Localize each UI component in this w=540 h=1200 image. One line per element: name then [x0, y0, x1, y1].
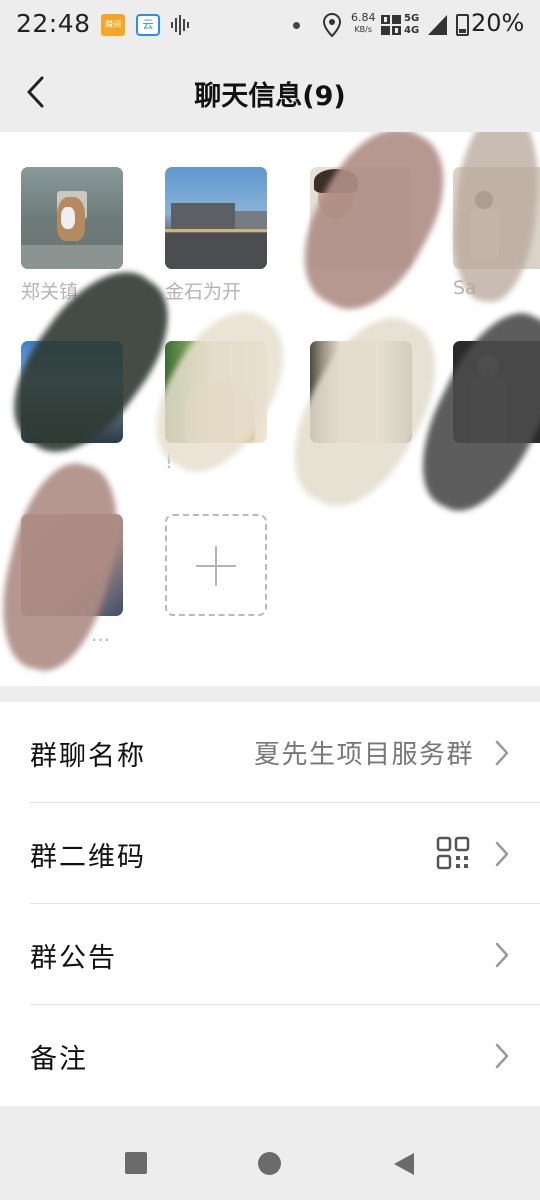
- member-name: 金石为开: [165, 281, 242, 303]
- privacy-smudge: [279, 132, 469, 330]
- group-settings-list: 群聊名称 夏先生项目服务群 群二维码 群公告 备注: [0, 702, 540, 1106]
- network-type-4g: 4G: [404, 25, 420, 36]
- home-button[interactable]: [258, 1152, 281, 1175]
- page-title: 聊天信息(9): [194, 81, 346, 112]
- add-member-button[interactable]: [165, 514, 267, 616]
- chevron-right-icon: [495, 1043, 509, 1069]
- status-time: 22:48: [16, 9, 91, 38]
- group-qr-label: 群二维码: [30, 842, 146, 873]
- header: 聊天信息(9): [0, 52, 540, 132]
- location-icon: [323, 13, 341, 37]
- member-avatar[interactable]: [21, 167, 123, 269]
- qr-code-icon: [436, 836, 470, 870]
- group-qr-row[interactable]: 群二维码: [0, 803, 540, 904]
- hd-icon: [381, 15, 401, 35]
- group-name-value: 夏先生项目服务群: [253, 740, 474, 770]
- nav-back-button[interactable]: [392, 1152, 416, 1176]
- network-speed-value: 6.84: [351, 11, 376, 24]
- battery-icon: [456, 14, 469, 36]
- chevron-right-icon: [495, 740, 509, 766]
- network-speed-unit: KB/s: [354, 25, 373, 34]
- battery-percent: 20%: [471, 9, 525, 37]
- group-notice-label: 群公告: [30, 943, 117, 974]
- chevron-right-icon: [495, 841, 509, 867]
- remark-row[interactable]: 备注: [0, 1005, 540, 1106]
- recent-apps-button[interactable]: [125, 1152, 147, 1174]
- status-bar: 22:48 瞬间 云 6.84 KB/s 5G 4G 20%: [0, 0, 540, 52]
- app-notification-icon: 瞬间: [101, 14, 125, 36]
- cloud-app-icon: 云: [136, 14, 160, 36]
- network-type: 5G 4G: [404, 13, 419, 37]
- group-name-row[interactable]: 群聊名称 夏先生项目服务群: [0, 702, 540, 803]
- notification-dot-icon: [293, 22, 300, 29]
- network-type-5g: 5G: [404, 13, 420, 24]
- member-name: …: [91, 624, 110, 646]
- network-speed: 6.84 KB/s: [351, 12, 376, 36]
- signal-icon: [428, 15, 447, 35]
- member-item[interactable]: 金石为开: [165, 167, 267, 307]
- audio-wave-icon: [171, 15, 189, 35]
- member-avatar[interactable]: [165, 167, 267, 269]
- group-name-label: 群聊名称: [30, 741, 146, 772]
- member-grid: 郑关镇 金石为开 Sa !: [0, 132, 540, 686]
- system-nav-bar: [0, 1126, 540, 1200]
- chevron-right-icon: [495, 942, 509, 968]
- group-notice-row[interactable]: 群公告: [0, 904, 540, 1005]
- remark-label: 备注: [30, 1044, 88, 1075]
